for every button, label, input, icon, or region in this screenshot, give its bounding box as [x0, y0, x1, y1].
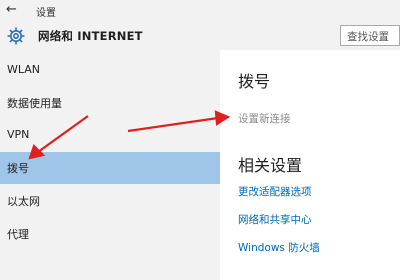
- sidebar-item-ethernet[interactable]: 以太网: [0, 185, 220, 217]
- setup-new-connection-link[interactable]: 设置新连接: [238, 111, 291, 126]
- change-adapter-options-link[interactable]: 更改适配器选项: [238, 184, 312, 199]
- settings-header: 网络和 INTERNET 查找设置: [0, 22, 400, 50]
- sidebar-item-proxy[interactable]: 代理: [0, 218, 220, 250]
- network-sharing-center-link[interactable]: 网络和共享中心: [238, 212, 312, 227]
- sidebar: WLAN 数据使用量 VPN 拨号 以太网 代理: [0, 50, 220, 280]
- sidebar-item-wlan[interactable]: WLAN: [0, 55, 220, 87]
- sidebar-item-vpn[interactable]: VPN: [0, 120, 220, 152]
- back-arrow-icon[interactable]: ←: [6, 3, 22, 17]
- related-settings-heading: 相关设置: [238, 156, 303, 175]
- page-title: 网络和 INTERNET: [38, 29, 143, 43]
- sidebar-item-dialup[interactable]: 拨号: [0, 152, 220, 184]
- window-title: 设置: [36, 8, 56, 19]
- title-bar: ← 设置: [0, 0, 400, 22]
- gear-icon: [7, 27, 25, 45]
- windows-firewall-link[interactable]: Windows 防火墙: [238, 240, 320, 255]
- sidebar-item-data-usage[interactable]: 数据使用量: [0, 87, 220, 119]
- section-heading-dialup: 拨号: [238, 72, 271, 91]
- search-input[interactable]: 查找设置: [340, 25, 400, 46]
